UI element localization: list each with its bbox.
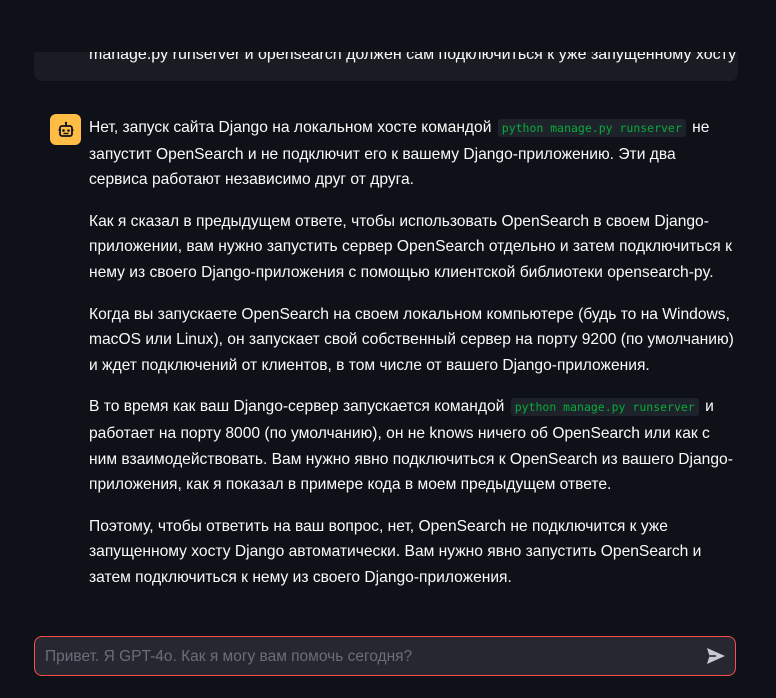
top-bar xyxy=(0,0,776,52)
answer-paragraph: Нет, запуск сайта Django на локальном хо… xyxy=(89,115,734,193)
chat-input-container xyxy=(34,636,736,677)
answer-paragraph: Поэтому, чтобы ответить на ваш вопрос, н… xyxy=(89,517,702,586)
assistant-avatar xyxy=(50,114,81,145)
answer-paragraph: Как я сказал в предыдущем ответе, чтобы … xyxy=(89,212,732,281)
answer-paragraph: Когда вы запускаете OpenSearch на своем … xyxy=(89,305,734,374)
chat-app: manage.py runserver и opensearch должен … xyxy=(0,0,776,698)
send-button[interactable] xyxy=(705,645,727,667)
inline-code: python manage.py runserver xyxy=(510,398,699,417)
paragraph-text: Нет, запуск сайта Django на локальном хо… xyxy=(89,119,492,136)
inline-code: python manage.py runserver xyxy=(497,119,686,137)
chat-input[interactable] xyxy=(43,637,687,677)
answer-paragraph: В то время как ваш Django-сервер запуска… xyxy=(89,394,734,497)
paragraph-text: В то время как ваш Django-сервер запуска… xyxy=(89,398,505,416)
send-icon xyxy=(707,648,725,664)
assistant-answer: Нет, запуск сайта Django на локальном хо… xyxy=(89,115,734,607)
robot-icon xyxy=(58,121,73,137)
